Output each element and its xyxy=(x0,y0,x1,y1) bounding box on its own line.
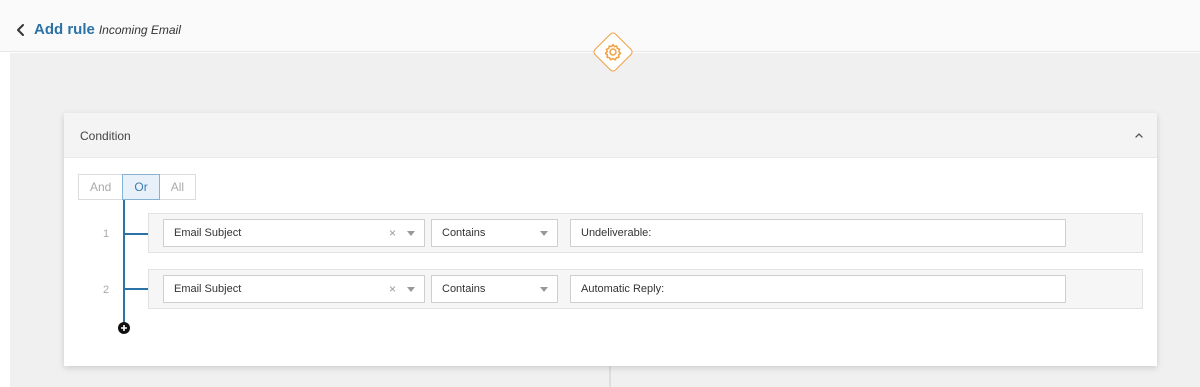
logic-and-button[interactable]: And xyxy=(78,174,124,200)
field-select[interactable]: Email Subject × xyxy=(163,275,425,303)
value-input[interactable]: Automatic Reply: xyxy=(570,275,1066,303)
condition-tree-line xyxy=(123,200,125,325)
chevron-left-icon xyxy=(17,23,24,36)
condition-title: Condition xyxy=(80,129,131,143)
page-title: Add rule xyxy=(34,21,95,38)
field-select[interactable]: Email Subject × xyxy=(163,219,425,247)
close-icon[interactable]: × xyxy=(389,220,396,246)
condition-row: 2 Email Subject × Contains Automatic Rep… xyxy=(103,269,1143,309)
gear-icon xyxy=(604,43,622,61)
condition-branch xyxy=(124,233,148,235)
row-index: 1 xyxy=(102,228,110,240)
caret-down-icon xyxy=(540,231,548,236)
condition-row: 1 Email Subject × Contains Undeliverable… xyxy=(103,213,1143,253)
field-value: Email Subject xyxy=(174,227,242,239)
plus-circle-icon[interactable] xyxy=(118,322,130,334)
operator-value: Contains xyxy=(442,227,486,239)
value-input[interactable]: Undeliverable: xyxy=(570,219,1066,247)
logic-or-button[interactable]: Or xyxy=(122,174,160,200)
condition-branch xyxy=(124,288,148,290)
operator-select[interactable]: Contains xyxy=(431,275,558,303)
field-value: Email Subject xyxy=(174,283,242,295)
caret-down-icon xyxy=(407,231,415,236)
close-icon[interactable]: × xyxy=(389,276,396,302)
caret-down-icon xyxy=(540,287,548,292)
operator-value: Contains xyxy=(442,283,486,295)
logic-all-button[interactable]: All xyxy=(158,174,197,200)
chevron-up-icon[interactable] xyxy=(1131,127,1147,143)
back-button[interactable]: Add rule Incoming Email xyxy=(14,21,181,38)
condition-header[interactable]: Condition xyxy=(64,113,1157,158)
condition-card: Condition And Or All 1 Email Subject × C… xyxy=(64,113,1157,366)
operator-select[interactable]: Contains xyxy=(431,219,558,247)
caret-down-icon xyxy=(407,287,415,292)
row-index: 2 xyxy=(102,284,110,296)
logic-toggle: And Or All xyxy=(78,174,197,200)
page-subtitle: Incoming Email xyxy=(98,22,181,37)
